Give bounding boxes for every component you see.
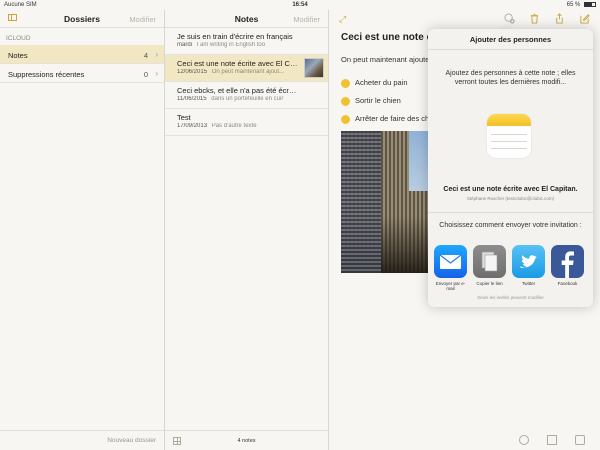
folders-navbar: Dossiers Modifier [0,10,164,28]
status-bar: Aucune SIM 16:54 65 % [0,0,600,10]
share-email-button[interactable]: Envoyer par e-mail [434,245,467,291]
share-twitter-button[interactable]: Twitter [512,245,545,286]
share-label: Copier le lien [476,281,503,286]
share-icon[interactable] [554,13,565,24]
invite-instructions: Choisissez comment envoyer votre invitat… [439,222,582,229]
note-meta: 17/09/2013 Pas d'autre texte [177,123,298,129]
note-meta: 11/06/2015 dans un portefeuille en cuir [177,96,298,102]
copy-link-button[interactable]: Copier le lien [473,245,506,286]
notes-edit-button[interactable]: Modifier [293,15,320,24]
sketch-icon[interactable] [547,435,557,445]
checkbox-icon[interactable] [341,96,350,106]
popover-description: Ajoutez des personnes à cette note ; ell… [445,70,576,86]
detail-toolbar: ⤢ [329,10,600,28]
checklist-label: Acheter du pain [355,78,408,87]
twitter-icon [512,245,545,278]
notes-bottom-bar: 4 notes [165,430,328,450]
notes-app-icon [487,114,531,158]
checkbox-icon[interactable] [341,114,350,124]
chevron-right-icon: › [155,50,158,59]
divider [428,49,593,50]
note-preview: Pas d'autre texte [211,123,257,129]
checklist-item[interactable]: Acheter du pain [341,78,408,88]
folder-label: Notes [8,51,28,60]
share-label: Twitter [521,281,536,286]
note-preview: dans un portefeuille en cuir [211,96,284,102]
divider [428,212,593,213]
share-facebook-button[interactable]: Facebook [551,245,584,286]
add-people-popover: Ajouter des personnes Ajoutez des person… [428,29,593,307]
note-title: Ceci est une note écrite avec El Ca... [177,59,298,68]
copy-link-icon [473,245,506,278]
popover-footer: Seuls les invités peuvent modifier [477,295,544,300]
clock: 16:54 [292,2,308,8]
folders-bottom-bar: Nouveau dossier [0,430,164,450]
list-item[interactable]: Ceci ebcks, et elle n'a pas été écrite a… [165,82,328,109]
notes-count: 4 notes [237,438,256,444]
folder-item-notes[interactable]: Notes 4 › [0,45,164,64]
expand-icon[interactable]: ⤢ [339,14,346,25]
folder-item-recently-deleted[interactable]: Suppressions récentes 0 › [0,64,164,83]
chevron-right-icon: › [155,69,158,78]
note-date: 12/06/2015 [177,69,208,75]
note-title: Ceci ebcks, et elle n'a pas été écrite a… [177,86,298,95]
checkbox-icon[interactable] [341,78,350,88]
folder-count: 0 [143,70,148,79]
notes-list-pane: Notes Modifier Je suis en train d'écrire… [165,10,329,450]
note-preview: I am writing in English too [196,42,266,48]
share-label: Facebook [557,281,578,286]
note-date: mardi [177,42,193,48]
shared-note-name: Ceci est une note écrite avec El Capitan… [443,186,578,193]
note-meta: 12/06/2015 On peut maintenant ajout... [177,69,298,75]
notes-navbar: Notes Modifier [165,10,328,28]
camera-icon[interactable] [575,435,585,445]
folder-label: Suppressions récentes [8,70,85,79]
checklist-item[interactable]: Arrêter de faire des ch [341,114,429,124]
checklist-label: Arrêter de faire des ch [355,114,430,123]
list-item[interactable]: Ceci est une note écrite avec El Ca... 1… [165,55,328,82]
folders-edit-button[interactable]: Modifier [129,15,156,24]
compose-icon[interactable] [579,13,590,24]
trash-icon[interactable] [529,13,540,24]
detail-bottom-bar [329,430,600,450]
note-date: 11/06/2015 [177,96,207,102]
popover-title: Ajouter des personnes [469,35,552,44]
checklist-icon[interactable] [519,435,529,445]
note-owner: Stéphane Ruscher (tesnclubic@clubic.com) [466,196,555,201]
note-photo[interactable] [341,131,431,273]
note-meta: mardi I am writing in English too [177,42,298,48]
mail-icon [434,245,467,278]
folder-count: 4 [143,51,148,60]
facebook-icon [551,245,584,278]
battery-icon [584,2,596,7]
share-label: Envoyer par e-mail [435,281,466,291]
note-date: 17/09/2013 [177,123,208,129]
note-body-text: On peut maintenant ajoute [341,55,430,64]
popover-arrow [500,22,514,29]
checklist-item[interactable]: Sortir le chien [341,96,401,106]
note-title: Je suis en train d'écrire en français [177,32,293,41]
note-title: Test [177,113,191,122]
list-item[interactable]: Test 17/09/2013 Pas d'autre texte [165,109,328,136]
checklist-label: Sortir le chien [355,96,401,105]
section-header-icloud: ICLOUD [6,35,31,42]
note-thumbnail [304,58,324,78]
note-preview: On peut maintenant ajout... [211,69,285,75]
battery-label: 65 % [566,2,581,9]
folders-pane: Dossiers Modifier ICLOUD Notes 4 › Suppr… [0,10,165,450]
list-item[interactable]: Je suis en train d'écrire en français ma… [165,28,328,55]
new-folder-button[interactable]: Nouveau dossier [107,437,156,444]
battery-indicator: 65 % [567,2,596,8]
